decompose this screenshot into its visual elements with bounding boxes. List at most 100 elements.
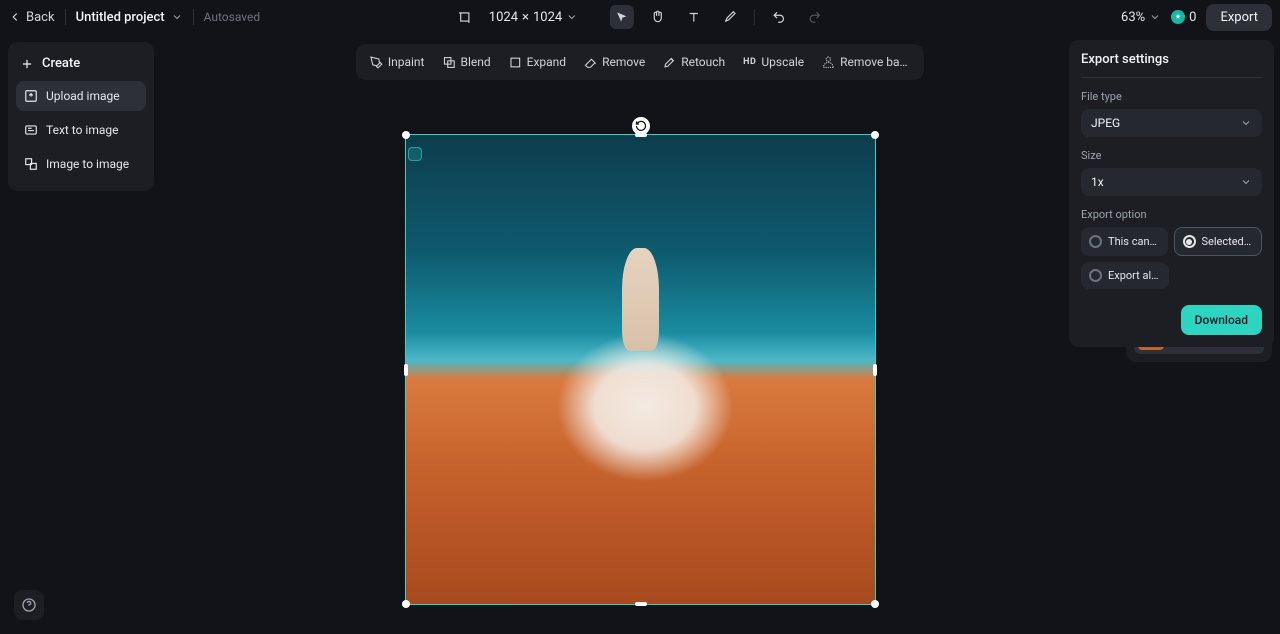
- chevron-down-icon: [1240, 176, 1252, 188]
- action-bar: Inpaint Blend Expand Remove Retouch HD U…: [356, 44, 924, 80]
- crop-icon-button[interactable]: [453, 5, 477, 29]
- inpaint-icon: [370, 56, 383, 69]
- handle-r[interactable]: [873, 364, 877, 376]
- handle-br[interactable]: [871, 600, 879, 608]
- size-value: 1x: [1091, 175, 1104, 189]
- handle-b[interactable]: [635, 602, 647, 606]
- text2img-icon: [24, 123, 38, 137]
- export-panel-title: Export settings: [1081, 52, 1262, 78]
- pointer-tool[interactable]: [610, 5, 634, 29]
- blend-icon: [442, 56, 455, 69]
- handle-tr[interactable]: [871, 131, 879, 139]
- expand-button[interactable]: Expand: [501, 50, 574, 74]
- eraser-icon: [584, 56, 597, 69]
- canvas-image: [406, 135, 875, 604]
- handle-tl[interactable]: [402, 131, 410, 139]
- file-type-value: JPEG: [1091, 116, 1120, 130]
- radio-icon: [1183, 235, 1196, 248]
- help-button[interactable]: [14, 590, 44, 620]
- topbar-left: Back Untitled project Autosaved: [8, 9, 260, 25]
- export-settings-panel: Export settings File type JPEG Size 1x E…: [1069, 40, 1274, 347]
- project-name-text: Untitled project: [76, 10, 165, 25]
- handle-l[interactable]: [404, 364, 408, 376]
- brush-tool[interactable]: [718, 5, 742, 29]
- redo-button[interactable]: [803, 5, 827, 29]
- project-name[interactable]: Untitled project: [76, 10, 183, 25]
- canvas-frame[interactable]: [405, 134, 876, 605]
- size-label: Size: [1081, 149, 1262, 162]
- divider: [754, 9, 755, 25]
- redo-icon: [808, 10, 822, 24]
- rotate-icon: [635, 120, 647, 132]
- text-icon: [687, 10, 701, 24]
- retouch-label: Retouch: [681, 55, 725, 69]
- upscale-button[interactable]: HD Upscale: [735, 50, 812, 74]
- chevron-down-icon: [171, 11, 183, 23]
- handle-t[interactable]: [635, 133, 647, 137]
- hand-tool[interactable]: [646, 5, 670, 29]
- radio-icon: [1089, 235, 1102, 248]
- canvas-dimensions[interactable]: 1024 × 1024: [489, 10, 578, 25]
- undo-button[interactable]: [767, 5, 791, 29]
- chevron-left-icon: [8, 10, 22, 24]
- brush-icon: [723, 10, 737, 24]
- back-button[interactable]: Back: [8, 10, 55, 25]
- remove-button[interactable]: Remove: [576, 50, 653, 74]
- crop-icon: [458, 10, 472, 24]
- export-option-selected[interactable]: Selected layers: [1174, 227, 1263, 256]
- layer-anchor-icon: [408, 147, 422, 161]
- undo-icon: [772, 10, 786, 24]
- hand-icon: [651, 10, 665, 24]
- export-option-canvas[interactable]: This canvas: [1081, 227, 1168, 256]
- remove-label: Remove: [602, 55, 645, 69]
- dim-sep: ×: [522, 10, 529, 25]
- img2img-label: Image to image: [46, 157, 129, 171]
- cursor-icon: [615, 10, 629, 24]
- removebg-label: Remove background: [840, 55, 910, 69]
- help-icon: [21, 597, 37, 613]
- zoom-level[interactable]: 63%: [1121, 10, 1161, 25]
- text2img-label: Text to image: [46, 123, 119, 137]
- topbar-center: 1024 × 1024: [453, 5, 827, 29]
- blend-button[interactable]: Blend: [434, 50, 498, 74]
- upload-label: Upload image: [46, 89, 120, 103]
- chevron-down-icon: [1149, 11, 1161, 23]
- autosaved-label: Autosaved: [204, 10, 261, 24]
- size-select[interactable]: 1x: [1081, 168, 1262, 196]
- blend-label: Blend: [460, 55, 490, 69]
- file-type-select[interactable]: JPEG: [1081, 109, 1262, 137]
- text-tool[interactable]: [682, 5, 706, 29]
- inpaint-button[interactable]: Inpaint: [362, 50, 433, 74]
- radio-icon: [1089, 269, 1102, 282]
- chevron-down-icon: [1240, 117, 1252, 129]
- expand-label: Expand: [527, 55, 566, 69]
- retouch-icon: [663, 56, 676, 69]
- upload-image-button[interactable]: Upload image: [16, 81, 146, 111]
- dim-height: 1024: [533, 10, 562, 25]
- top-bar: Back Untitled project Autosaved 1024 × 1…: [0, 0, 1280, 34]
- remove-bg-button[interactable]: Remove background: [814, 50, 918, 74]
- retouch-button[interactable]: Retouch: [655, 50, 733, 74]
- option-selected-label: Selected layers: [1202, 235, 1254, 248]
- divider: [65, 9, 66, 25]
- plus-icon: [20, 57, 34, 71]
- inpaint-label: Inpaint: [388, 55, 425, 69]
- left-create-panel: Create Upload image Text to image Image …: [8, 42, 154, 191]
- option-all-label: Export all layers: [1108, 269, 1161, 282]
- handle-bl[interactable]: [402, 600, 410, 608]
- credits-badge[interactable]: 0: [1171, 10, 1196, 25]
- export-option-all[interactable]: Export all layers: [1081, 262, 1169, 289]
- back-label: Back: [26, 10, 55, 25]
- download-button[interactable]: Download: [1181, 305, 1262, 335]
- divider: [193, 9, 194, 25]
- upload-icon: [24, 89, 38, 103]
- file-type-label: File type: [1081, 90, 1262, 103]
- export-option-label: Export option: [1081, 208, 1262, 221]
- coin-icon: [1171, 10, 1185, 24]
- create-label: Create: [42, 56, 80, 71]
- export-button[interactable]: Export: [1206, 4, 1272, 31]
- text-to-image-button[interactable]: Text to image: [16, 115, 146, 145]
- option-canvas-label: This canvas: [1108, 235, 1160, 248]
- image-to-image-button[interactable]: Image to image: [16, 149, 146, 179]
- hd-icon: HD: [743, 57, 756, 67]
